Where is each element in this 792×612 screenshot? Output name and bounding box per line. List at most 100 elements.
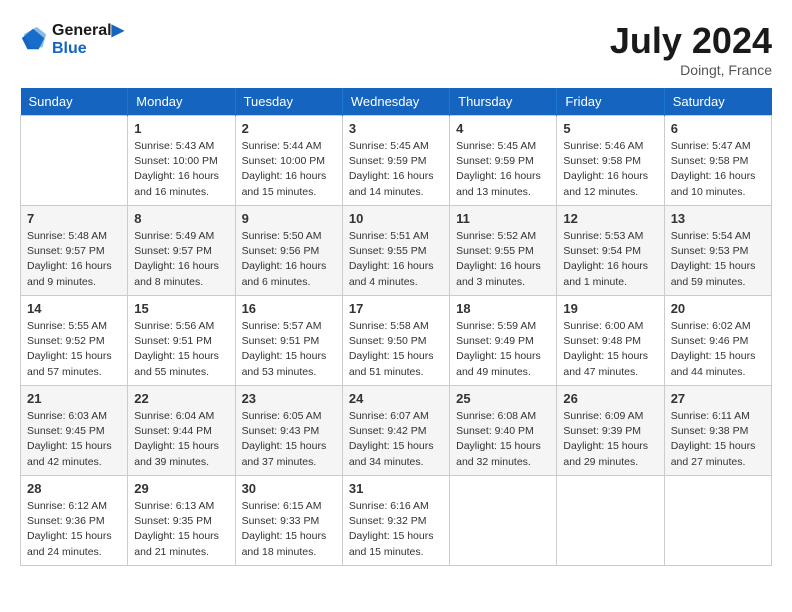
weekday-header-friday: Friday: [557, 88, 664, 116]
day-number: 1: [134, 121, 228, 136]
week-row-4: 28 Sunrise: 6:12 AM Sunset: 9:36 PM Dayli…: [21, 476, 772, 566]
week-row-2: 14 Sunrise: 5:55 AM Sunset: 9:52 PM Dayli…: [21, 296, 772, 386]
logo-icon: [20, 25, 48, 53]
week-row-0: 1 Sunrise: 5:43 AM Sunset: 10:00 PM Dayli…: [21, 116, 772, 206]
day-cell: 8 Sunrise: 5:49 AM Sunset: 9:57 PM Daylig…: [128, 206, 235, 296]
day-number: 31: [349, 481, 443, 496]
day-cell: 11 Sunrise: 5:52 AM Sunset: 9:55 PM Dayli…: [450, 206, 557, 296]
day-info: Sunrise: 5:55 AM Sunset: 9:52 PM Dayligh…: [27, 319, 121, 380]
day-number: 26: [563, 391, 657, 406]
day-number: 3: [349, 121, 443, 136]
week-row-1: 7Sunrise: 5:48 AM Sunset: 9:57 PM Daylig…: [21, 206, 772, 296]
day-info: Sunrise: 6:11 AM Sunset: 9:38 PM Dayligh…: [671, 409, 765, 470]
day-info: Sunrise: 6:09 AM Sunset: 9:39 PM Dayligh…: [563, 409, 657, 470]
day-info: Sunrise: 5:56 AM Sunset: 9:51 PM Dayligh…: [134, 319, 228, 380]
day-info: Sunrise: 6:00 AM Sunset: 9:48 PM Dayligh…: [563, 319, 657, 380]
day-cell: 2Sunrise: 5:44 AM Sunset: 10:00 PM Dayli…: [235, 116, 342, 206]
weekday-header-monday: Monday: [128, 88, 235, 116]
day-info: Sunrise: 6:08 AM Sunset: 9:40 PM Dayligh…: [456, 409, 550, 470]
calendar-table: SundayMondayTuesdayWednesdayThursdayFrid…: [20, 88, 772, 566]
day-cell: 21Sunrise: 6:03 AM Sunset: 9:45 PM Dayli…: [21, 386, 128, 476]
day-info: Sunrise: 5:52 AM Sunset: 9:55 PM Dayligh…: [456, 229, 550, 290]
weekday-header-sunday: Sunday: [21, 88, 128, 116]
day-info: Sunrise: 5:45 AM Sunset: 9:59 PM Dayligh…: [456, 139, 550, 200]
day-number: 11: [456, 211, 550, 226]
day-number: 18: [456, 301, 550, 316]
day-info: Sunrise: 5:49 AM Sunset: 9:57 PM Dayligh…: [134, 229, 228, 290]
day-cell: 13Sunrise: 5:54 AM Sunset: 9:53 PM Dayli…: [664, 206, 771, 296]
day-info: Sunrise: 6:15 AM Sunset: 9:33 PM Dayligh…: [242, 499, 336, 560]
day-cell: 3 Sunrise: 5:45 AM Sunset: 9:59 PM Daylig…: [342, 116, 449, 206]
day-cell: 27Sunrise: 6:11 AM Sunset: 9:38 PM Dayli…: [664, 386, 771, 476]
day-number: 9: [242, 211, 336, 226]
weekday-header-row: SundayMondayTuesdayWednesdayThursdayFrid…: [21, 88, 772, 116]
weekday-header-wednesday: Wednesday: [342, 88, 449, 116]
day-number: 5: [563, 121, 657, 136]
day-cell: 29 Sunrise: 6:13 AM Sunset: 9:35 PM Dayli…: [128, 476, 235, 566]
day-number: 8: [134, 211, 228, 226]
day-number: 12: [563, 211, 657, 226]
day-cell: 24Sunrise: 6:07 AM Sunset: 9:42 PM Dayli…: [342, 386, 449, 476]
day-number: 15: [134, 301, 228, 316]
day-info: Sunrise: 6:02 AM Sunset: 9:46 PM Dayligh…: [671, 319, 765, 380]
day-cell: [450, 476, 557, 566]
weekday-header-thursday: Thursday: [450, 88, 557, 116]
day-cell: 4 Sunrise: 5:45 AM Sunset: 9:59 PM Daylig…: [450, 116, 557, 206]
day-cell: 30 Sunrise: 6:15 AM Sunset: 9:33 PM Dayli…: [235, 476, 342, 566]
day-number: 19: [563, 301, 657, 316]
logo-text: General▶ Blue: [52, 20, 124, 58]
day-cell: [21, 116, 128, 206]
day-number: 22: [134, 391, 228, 406]
day-cell: 31 Sunrise: 6:16 AM Sunset: 9:32 PM Dayli…: [342, 476, 449, 566]
day-info: Sunrise: 5:50 AM Sunset: 9:56 PM Dayligh…: [242, 229, 336, 290]
day-info: Sunrise: 5:57 AM Sunset: 9:51 PM Dayligh…: [242, 319, 336, 380]
day-cell: [557, 476, 664, 566]
day-info: Sunrise: 6:16 AM Sunset: 9:32 PM Dayligh…: [349, 499, 443, 560]
day-info: Sunrise: 5:47 AM Sunset: 9:58 PM Dayligh…: [671, 139, 765, 200]
day-cell: 15 Sunrise: 5:56 AM Sunset: 9:51 PM Dayli…: [128, 296, 235, 386]
day-info: Sunrise: 5:51 AM Sunset: 9:55 PM Dayligh…: [349, 229, 443, 290]
day-info: Sunrise: 6:12 AM Sunset: 9:36 PM Dayligh…: [27, 499, 121, 560]
day-number: 28: [27, 481, 121, 496]
day-info: Sunrise: 6:13 AM Sunset: 9:35 PM Dayligh…: [134, 499, 228, 560]
day-cell: 19 Sunrise: 6:00 AM Sunset: 9:48 PM Dayli…: [557, 296, 664, 386]
location: Doingt, France: [610, 62, 772, 78]
day-cell: 25 Sunrise: 6:08 AM Sunset: 9:40 PM Dayli…: [450, 386, 557, 476]
day-number: 20: [671, 301, 765, 316]
day-cell: [664, 476, 771, 566]
day-info: Sunrise: 5:48 AM Sunset: 9:57 PM Dayligh…: [27, 229, 121, 290]
week-row-3: 21Sunrise: 6:03 AM Sunset: 9:45 PM Dayli…: [21, 386, 772, 476]
day-cell: 7Sunrise: 5:48 AM Sunset: 9:57 PM Daylig…: [21, 206, 128, 296]
day-cell: 12 Sunrise: 5:53 AM Sunset: 9:54 PM Dayli…: [557, 206, 664, 296]
weekday-header-tuesday: Tuesday: [235, 88, 342, 116]
logo: General▶ Blue: [20, 20, 124, 58]
day-number: 25: [456, 391, 550, 406]
day-cell: 26 Sunrise: 6:09 AM Sunset: 9:39 PM Dayli…: [557, 386, 664, 476]
day-info: Sunrise: 5:45 AM Sunset: 9:59 PM Dayligh…: [349, 139, 443, 200]
day-info: Sunrise: 5:43 AM Sunset: 10:00 PM Daylig…: [134, 139, 228, 200]
page-header: General▶ Blue July 2024 Doingt, France: [20, 20, 772, 78]
day-info: Sunrise: 5:54 AM Sunset: 9:53 PM Dayligh…: [671, 229, 765, 290]
day-cell: 17Sunrise: 5:58 AM Sunset: 9:50 PM Dayli…: [342, 296, 449, 386]
day-number: 17: [349, 301, 443, 316]
day-info: Sunrise: 5:53 AM Sunset: 9:54 PM Dayligh…: [563, 229, 657, 290]
day-cell: 28 Sunrise: 6:12 AM Sunset: 9:36 PM Dayli…: [21, 476, 128, 566]
day-info: Sunrise: 6:03 AM Sunset: 9:45 PM Dayligh…: [27, 409, 121, 470]
title-block: July 2024 Doingt, France: [610, 20, 772, 78]
day-number: 29: [134, 481, 228, 496]
day-cell: 6 Sunrise: 5:47 AM Sunset: 9:58 PM Daylig…: [664, 116, 771, 206]
day-info: Sunrise: 6:04 AM Sunset: 9:44 PM Dayligh…: [134, 409, 228, 470]
day-cell: 23Sunrise: 6:05 AM Sunset: 9:43 PM Dayli…: [235, 386, 342, 476]
day-cell: 18 Sunrise: 5:59 AM Sunset: 9:49 PM Dayli…: [450, 296, 557, 386]
day-cell: 1 Sunrise: 5:43 AM Sunset: 10:00 PM Dayli…: [128, 116, 235, 206]
day-cell: 5Sunrise: 5:46 AM Sunset: 9:58 PM Daylig…: [557, 116, 664, 206]
day-info: Sunrise: 6:07 AM Sunset: 9:42 PM Dayligh…: [349, 409, 443, 470]
day-number: 6: [671, 121, 765, 136]
day-cell: 22 Sunrise: 6:04 AM Sunset: 9:44 PM Dayli…: [128, 386, 235, 476]
day-number: 30: [242, 481, 336, 496]
day-number: 14: [27, 301, 121, 316]
day-cell: 20 Sunrise: 6:02 AM Sunset: 9:46 PM Dayli…: [664, 296, 771, 386]
day-cell: 14 Sunrise: 5:55 AM Sunset: 9:52 PM Dayli…: [21, 296, 128, 386]
day-number: 4: [456, 121, 550, 136]
day-info: Sunrise: 5:59 AM Sunset: 9:49 PM Dayligh…: [456, 319, 550, 380]
